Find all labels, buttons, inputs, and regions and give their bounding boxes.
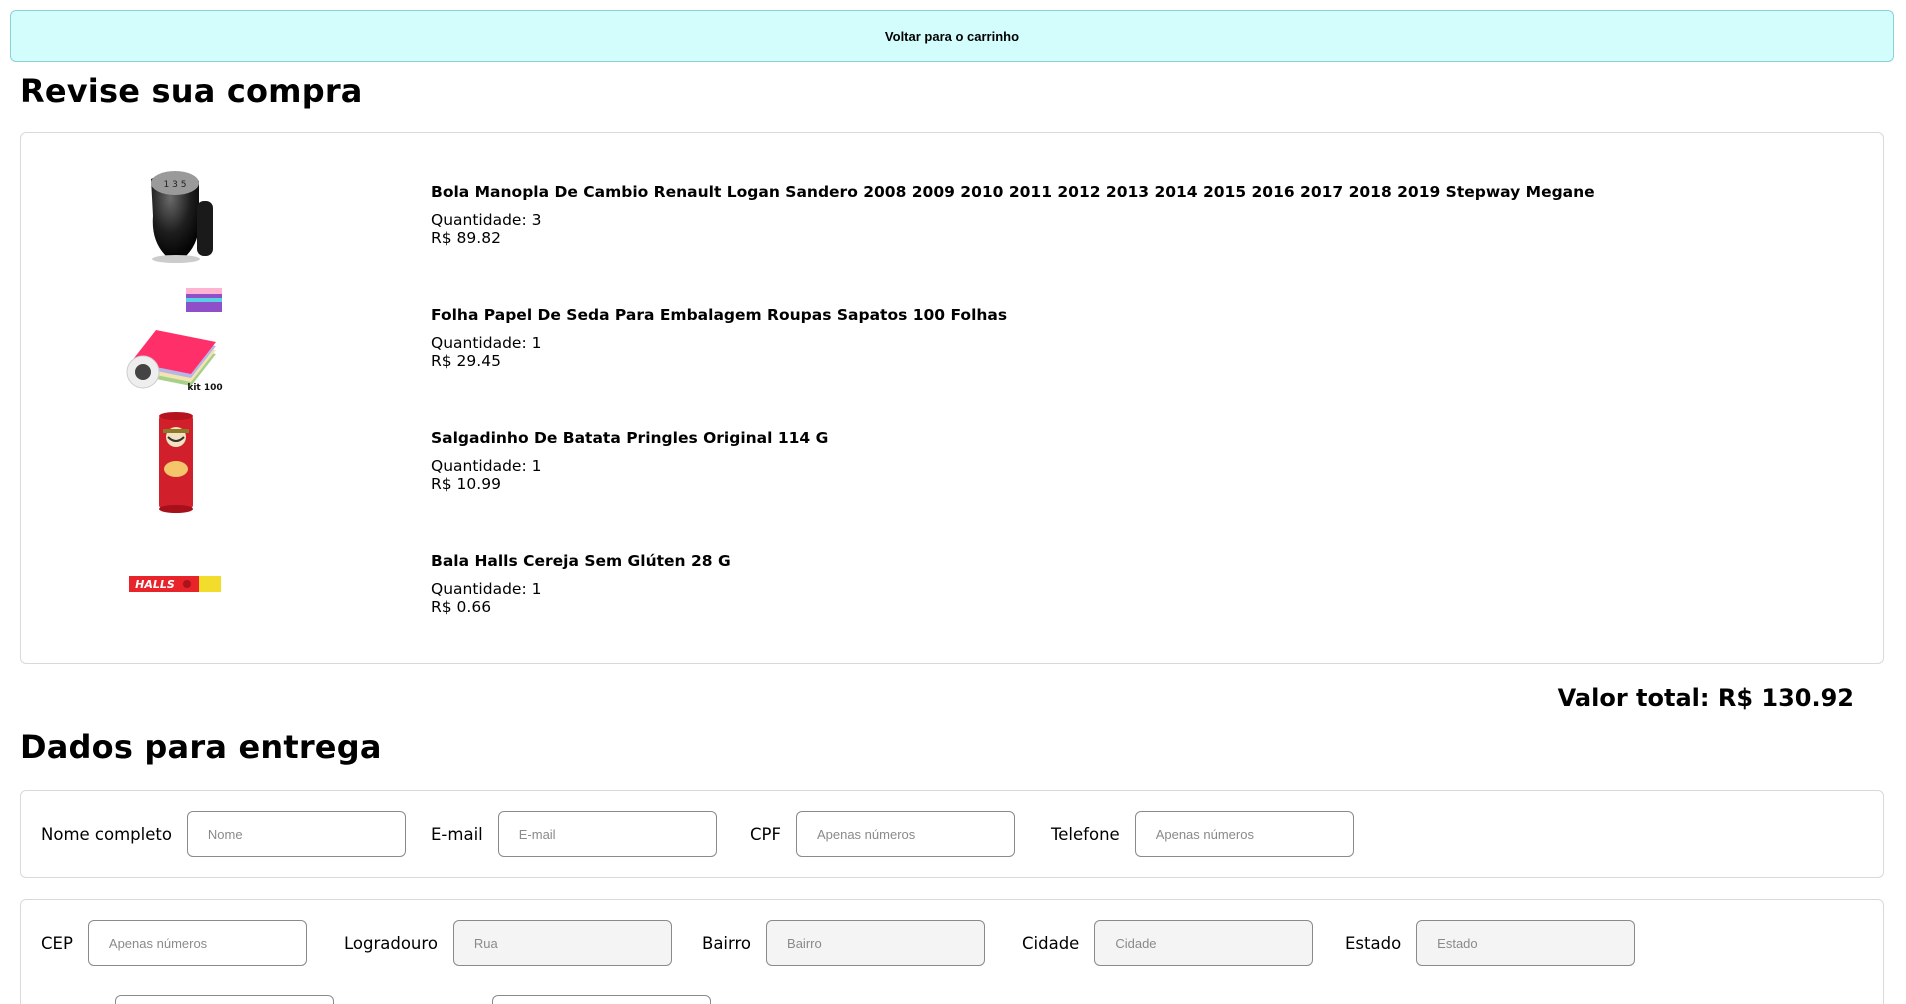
item-title: Bola Manopla De Cambio Renault Logan San… — [431, 183, 1595, 201]
pringles-can-image — [121, 407, 231, 517]
street-field: Logradouro — [344, 920, 672, 966]
state-label: Estado — [1345, 933, 1402, 953]
item-price: R$ 29.45 — [431, 352, 501, 370]
neighborhood-input[interactable] — [766, 920, 986, 966]
list-item: kit 100 Folha Papel De Seda Para Embalag… — [21, 284, 1883, 407]
checkout-page: Voltar para o carrinho Revise sua compra — [0, 0, 1906, 1004]
address-row: CEP Logradouro Bairro Cidade Estado — [20, 899, 1884, 1004]
back-to-cart-button[interactable]: Voltar para o carrinho — [10, 10, 1894, 62]
item-price: R$ 10.99 — [431, 475, 501, 493]
full-name-label: Nome completo — [41, 824, 172, 844]
email-field: E-mail — [431, 811, 717, 857]
full-name-input[interactable] — [186, 811, 406, 857]
item-title: Folha Papel De Seda Para Embalagem Roupa… — [431, 306, 1008, 324]
order-items-panel: 1 3 5 Bola Manopla De Cambio Renault Log… — [20, 132, 1884, 664]
next-row-input[interactable] — [115, 995, 334, 1004]
street-input[interactable] — [452, 920, 672, 966]
halls-pack-image: HALLS — [121, 530, 231, 640]
neighborhood-label: Bairro — [702, 933, 752, 953]
halls-label: HALLS — [135, 578, 175, 591]
street-label: Logradouro — [344, 933, 438, 953]
gear-knob-image: 1 3 5 — [121, 161, 231, 271]
cpf-input[interactable] — [795, 811, 1015, 857]
order-total: Valor total: R$ 130.92 — [1557, 684, 1854, 712]
cep-label: CEP — [41, 933, 73, 953]
kit-label: kit 100 — [187, 383, 222, 393]
city-label: Cidade — [1022, 933, 1080, 953]
item-quantity: Quantidade: 1 — [431, 334, 542, 352]
item-quantity: Quantidade: 3 — [431, 211, 542, 229]
next-row-input[interactable] — [492, 995, 711, 1004]
full-name-field: Nome completo — [41, 811, 406, 857]
cpf-field: CPF — [750, 811, 1015, 857]
item-quantity: Quantidade: 1 — [431, 457, 542, 475]
item-title: Salgadinho De Batata Pringles Original 1… — [431, 429, 829, 447]
review-title: Revise sua compra — [20, 72, 363, 110]
item-title: Bala Halls Cereja Sem Glúten 28 G — [431, 552, 731, 570]
personal-info-row: Nome completo E-mail CPF Telefone — [20, 790, 1884, 878]
city-field: Cidade — [1022, 920, 1314, 966]
tissue-paper-image: kit 100 — [121, 284, 231, 394]
cpf-label: CPF — [750, 824, 781, 844]
item-price: R$ 89.82 — [431, 229, 501, 247]
phone-field: Telefone — [1051, 811, 1354, 857]
list-item: 1 3 5 Bola Manopla De Cambio Renault Log… — [21, 161, 1883, 284]
state-input[interactable] — [1416, 920, 1636, 966]
list-item: Salgadinho De Batata Pringles Original 1… — [21, 407, 1883, 530]
svg-text:1 3 5: 1 3 5 — [164, 180, 187, 190]
neighborhood-field: Bairro — [702, 920, 986, 966]
city-input[interactable] — [1094, 920, 1314, 966]
cep-field: CEP — [41, 920, 307, 966]
item-price: R$ 0.66 — [431, 598, 492, 616]
list-item: HALLS Bala Halls Cereja Sem Glúten 28 G … — [21, 530, 1883, 653]
phone-input[interactable] — [1134, 811, 1354, 857]
cep-input[interactable] — [87, 920, 307, 966]
phone-label: Telefone — [1051, 824, 1120, 844]
state-field: Estado — [1345, 920, 1636, 966]
email-label: E-mail — [431, 824, 483, 844]
email-input[interactable] — [497, 811, 717, 857]
item-quantity: Quantidade: 1 — [431, 580, 542, 598]
delivery-title: Dados para entrega — [20, 728, 382, 766]
